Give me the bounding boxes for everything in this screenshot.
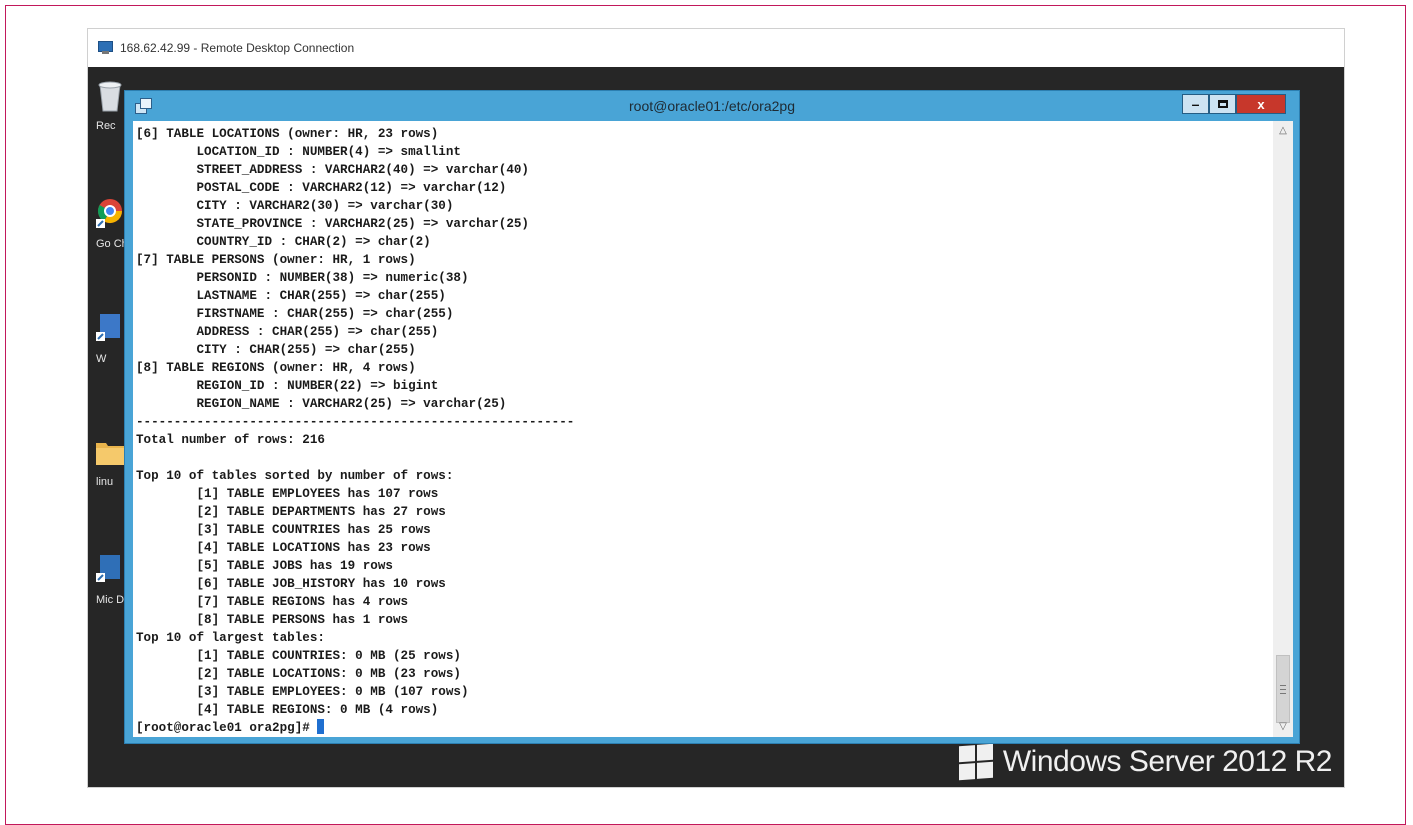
terminal-line: [1] TABLE COUNTRIES: 0 MB (25 rows) (136, 649, 461, 663)
minimize-icon: – (1191, 96, 1200, 112)
terminal-line: LASTNAME : CHAR(255) => char(255) (136, 289, 446, 303)
terminal-line: [6] TABLE LOCATIONS (owner: HR, 23 rows) (136, 127, 439, 141)
terminal-line: [6] TABLE JOB_HISTORY has 10 rows (136, 577, 446, 591)
maximize-button[interactable] (1209, 94, 1236, 114)
remote-desktop-window: 168.62.42.99 - Remote Desktop Connection… (87, 28, 1345, 788)
shortcut-icon (96, 314, 120, 341)
terminal-line: PERSONID : NUMBER(38) => numeric(38) (136, 271, 469, 285)
terminal-line: Top 10 of tables sorted by number of row… (136, 469, 454, 483)
recycle-bin-icon (98, 81, 122, 112)
terminal-line: [1] TABLE EMPLOYEES has 107 rows (136, 487, 439, 501)
scrollbar-thumb[interactable] (1276, 655, 1290, 723)
terminal-line: CITY : CHAR(255) => char(255) (136, 343, 416, 357)
scroll-down-icon[interactable]: ▽ (1273, 721, 1293, 735)
scroll-up-icon[interactable]: △ (1273, 125, 1293, 139)
windows-brand-text: Windows Server 2012 R2 (1002, 745, 1333, 778)
terminal-line: ----------------------------------------… (136, 415, 575, 429)
terminal-line: ADDRESS : CHAR(255) => char(255) (136, 325, 439, 339)
terminal-line: COUNTRY_ID : CHAR(2) => char(2) (136, 235, 431, 249)
terminal-line: LOCATION_ID : NUMBER(4) => smallint (136, 145, 461, 159)
terminal-line: [8] TABLE PERSONS has 1 rows (136, 613, 409, 627)
close-button[interactable]: x (1236, 94, 1286, 114)
chrome-icon (96, 199, 122, 228)
terminal-line: STATE_PROVINCE : VARCHAR2(25) => varchar… (136, 217, 529, 231)
text-cursor (317, 719, 325, 734)
terminal-line: [4] TABLE REGIONS: 0 MB (4 rows) (136, 703, 439, 717)
terminal-line: [3] TABLE COUNTRIES has 25 rows (136, 523, 431, 537)
terminal-line: [8] TABLE REGIONS (owner: HR, 4 rows) (136, 361, 416, 375)
putty-icon[interactable] (135, 98, 152, 114)
terminal-line: REGION_ID : NUMBER(22) => bigint (136, 379, 439, 393)
maximize-icon (1217, 100, 1228, 108)
terminal-line: [4] TABLE LOCATIONS has 23 rows (136, 541, 431, 555)
terminal-output[interactable]: [6] TABLE LOCATIONS (owner: HR, 23 rows)… (133, 121, 1273, 737)
putty-titlebar[interactable]: root@oracle01:/etc/ora2pg – x (125, 91, 1299, 121)
windows-logo-icon (958, 743, 993, 781)
rdp-titlebar[interactable]: 168.62.42.99 - Remote Desktop Connection (88, 29, 1344, 67)
terminal-line: [5] TABLE JOBS has 19 rows (136, 559, 393, 573)
vertical-scrollbar[interactable]: △ ▽ (1273, 121, 1293, 737)
close-icon: x (1257, 96, 1265, 112)
terminal-line: [2] TABLE LOCATIONS: 0 MB (23 rows) (136, 667, 461, 681)
remote-desktop-icon (98, 41, 114, 55)
terminal-line: Top 10 of largest tables: (136, 631, 325, 645)
terminal-line: [7] TABLE PERSONS (owner: HR, 1 rows) (136, 253, 416, 267)
putty-window: root@oracle01:/etc/ora2pg – x [6] TABLE … (124, 90, 1300, 744)
terminal-line: [2] TABLE DEPARTMENTS has 27 rows (136, 505, 446, 519)
terminal-line: [3] TABLE EMPLOYEES: 0 MB (107 rows) (136, 685, 469, 699)
rdp-title: 168.62.42.99 - Remote Desktop Connection (120, 41, 355, 55)
folder-icon (96, 443, 124, 465)
windows-server-brand: Windows Server 2012 R2 (958, 743, 1333, 781)
shell-prompt: [root@oracle01 ora2pg]# (136, 721, 318, 735)
minimize-button[interactable]: – (1182, 94, 1209, 114)
terminal-line: FIRSTNAME : CHAR(255) => char(255) (136, 307, 454, 321)
terminal-line: [7] TABLE REGIONS has 4 rows (136, 595, 409, 609)
shortcut-icon (96, 555, 120, 582)
terminal-line: POSTAL_CODE : VARCHAR2(12) => varchar(12… (136, 181, 507, 195)
terminal-line: Total number of rows: 216 (136, 433, 325, 447)
terminal-line: REGION_NAME : VARCHAR2(25) => varchar(25… (136, 397, 507, 411)
terminal-line: CITY : VARCHAR2(30) => varchar(30) (136, 199, 454, 213)
terminal-line: STREET_ADDRESS : VARCHAR2(40) => varchar… (136, 163, 529, 177)
putty-title: root@oracle01:/etc/ora2pg (629, 98, 795, 114)
grip-icon (1280, 684, 1286, 694)
remote-desktop-area: Rec Go Ch W linu Mic Dat Windows Server … (88, 67, 1344, 787)
terminal-text: [6] TABLE LOCATIONS (owner: HR, 23 rows)… (133, 121, 1273, 737)
